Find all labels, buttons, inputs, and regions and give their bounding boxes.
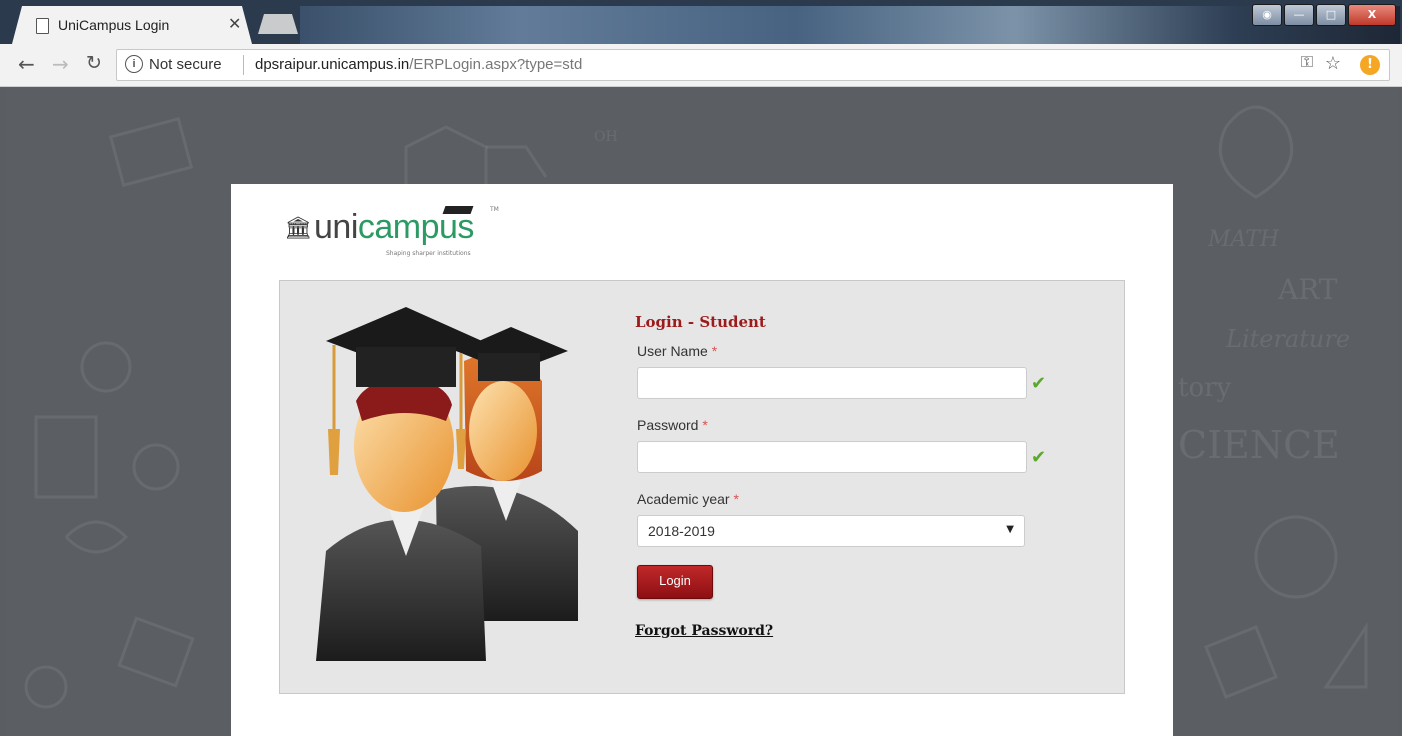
browser-tab[interactable]: UniCampus Login ✕: [12, 6, 252, 44]
tab-title: UniCampus Login: [58, 17, 170, 33]
form-heading: Login - Student: [635, 313, 766, 331]
academic-year-select[interactable]: 2018-2019 ▼: [637, 515, 1025, 547]
academic-year-label: Academic year *: [637, 491, 739, 507]
academic-year-value: 2018-2019: [648, 523, 715, 539]
address-separator: [243, 55, 244, 75]
window-controls: ◉ — □ X: [1252, 4, 1396, 26]
reload-icon[interactable]: ↻: [86, 52, 102, 74]
dropdown-arrow-icon: ▼: [1006, 524, 1014, 535]
forward-icon[interactable]: →: [52, 52, 69, 76]
username-input[interactable]: [637, 367, 1027, 399]
browser-titlebar: UniCampus Login ✕ ◉ — □ X: [0, 0, 1402, 44]
user-profile-icon[interactable]: ◉: [1252, 4, 1282, 26]
academic-year-label-text: Academic year: [637, 491, 730, 507]
back-icon[interactable]: ←: [18, 52, 35, 76]
logo-tagline: Shaping sharper institutions: [386, 250, 471, 257]
new-tab-button[interactable]: [258, 14, 298, 34]
login-button[interactable]: Login: [637, 565, 713, 599]
desktop-background-strip: [300, 6, 1400, 44]
login-form: Login - Student User Name * ✔ Password *…: [635, 313, 1055, 639]
url-host: dpsraipur.unicampus.in: [255, 56, 410, 73]
login-card: 🏛 unicampus TM Shaping sharper instituti…: [231, 184, 1173, 736]
required-mark: *: [733, 491, 739, 507]
tab-close-icon[interactable]: ✕: [228, 14, 241, 33]
browser-toolbar: ← → ↻ i Not secure dpsraipur.unicampus.i…: [0, 44, 1402, 87]
login-panel: Login - Student User Name * ✔ Password *…: [279, 280, 1125, 694]
address-bar[interactable]: i Not secure dpsraipur.unicampus.in/ERPL…: [116, 49, 1390, 81]
required-mark: *: [711, 343, 718, 359]
url-text[interactable]: dpsraipur.unicampus.in/ERPLogin.aspx?typ…: [255, 56, 582, 73]
info-icon[interactable]: i: [125, 55, 143, 73]
maximize-button[interactable]: □: [1316, 4, 1346, 26]
logo-text-part1: uni: [314, 208, 358, 246]
password-input[interactable]: [637, 441, 1027, 473]
page-icon: [36, 18, 49, 34]
alert-icon[interactable]: !: [1360, 55, 1380, 75]
security-status[interactable]: Not secure: [149, 56, 222, 73]
students-illustration-icon: [316, 307, 578, 661]
minimize-button[interactable]: —: [1284, 4, 1314, 26]
password-label-text: Password: [637, 417, 699, 433]
url-path: /ERPLogin.aspx?type=std: [409, 56, 583, 73]
username-label-text: User Name: [637, 343, 708, 359]
graduation-cap-icon: [442, 206, 474, 214]
institution-icon: 🏛: [284, 216, 312, 241]
password-label: Password *: [637, 417, 708, 433]
username-label: User Name *: [637, 343, 717, 359]
username-valid-check-icon: ✔: [1031, 373, 1047, 394]
star-icon[interactable]: ☆: [1325, 53, 1341, 74]
password-valid-check-icon: ✔: [1031, 447, 1047, 468]
window-close-button[interactable]: X: [1348, 4, 1396, 26]
logo-trademark: TM: [490, 206, 499, 213]
forgot-password-link[interactable]: Forgot Password?: [635, 623, 773, 639]
key-icon[interactable]: ⚿: [1301, 54, 1313, 72]
required-mark: *: [702, 417, 708, 433]
